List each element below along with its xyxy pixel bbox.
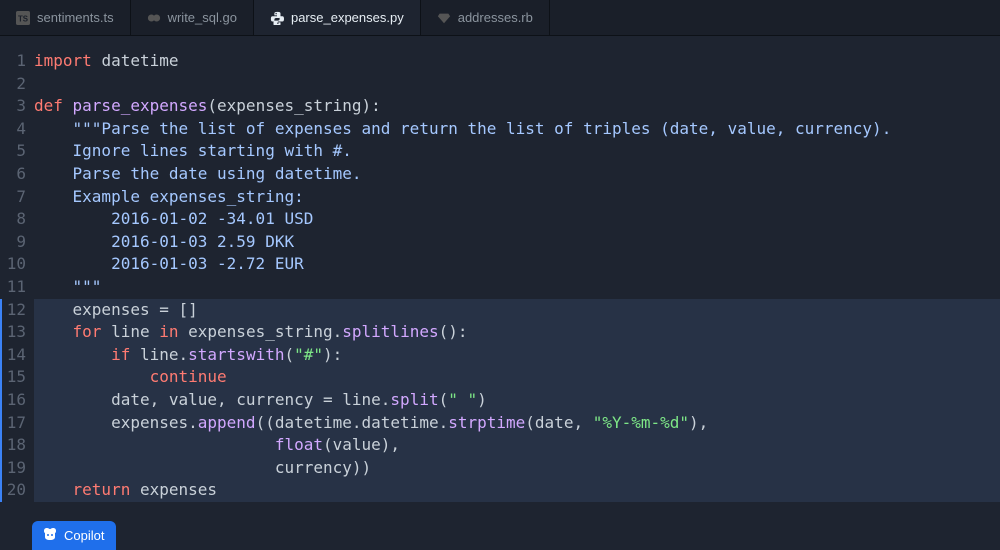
code-line[interactable]: currency)) xyxy=(34,457,1000,480)
tab-write-sql[interactable]: write_sql.go xyxy=(131,0,254,35)
line-number: 18 xyxy=(0,434,26,457)
code-line[interactable]: Ignore lines starting with #. xyxy=(34,140,1000,163)
line-number-gutter: 1234567891011121314151617181920 xyxy=(0,50,34,550)
code-line[interactable]: for line in expenses_string.splitlines()… xyxy=(34,321,1000,344)
code-line[interactable]: def parse_expenses(expenses_string): xyxy=(34,95,1000,118)
code-line[interactable]: """ xyxy=(34,276,1000,299)
tab-label: addresses.rb xyxy=(458,10,533,25)
code-line[interactable]: Example expenses_string: xyxy=(34,186,1000,209)
line-number: 7 xyxy=(0,186,26,209)
line-number: 6 xyxy=(0,163,26,186)
code-line[interactable]: expenses = [] xyxy=(34,299,1000,322)
code-line[interactable]: float(value), xyxy=(34,434,1000,457)
tab-label: sentiments.ts xyxy=(37,10,114,25)
code-line[interactable]: expenses.append((datetime.datetime.strpt… xyxy=(34,412,1000,435)
line-number: 19 xyxy=(0,457,26,480)
code-line[interactable]: 2016-01-03 -2.72 EUR xyxy=(34,253,1000,276)
line-number: 17 xyxy=(0,412,26,435)
code-editor[interactable]: 1234567891011121314151617181920 import d… xyxy=(0,36,1000,550)
line-number: 5 xyxy=(0,140,26,163)
tab-sentiments[interactable]: TS sentiments.ts xyxy=(0,0,131,35)
line-number: 10 xyxy=(0,253,26,276)
ruby-icon xyxy=(437,11,451,25)
line-number: 1 xyxy=(0,50,26,73)
code-area[interactable]: import datetime def parse_expenses(expen… xyxy=(34,50,1000,550)
tab-parse-expenses[interactable]: parse_expenses.py xyxy=(254,0,421,35)
ts-icon: TS xyxy=(16,11,30,25)
line-number: 15 xyxy=(0,366,26,389)
svg-text:TS: TS xyxy=(18,14,28,23)
code-line[interactable]: 2016-01-02 -34.01 USD xyxy=(34,208,1000,231)
code-line[interactable]: 2016-01-03 2.59 DKK xyxy=(34,231,1000,254)
line-number: 12 xyxy=(0,299,26,322)
code-line[interactable]: import datetime xyxy=(34,50,1000,73)
code-line[interactable] xyxy=(34,73,1000,96)
code-line[interactable]: continue xyxy=(34,366,1000,389)
tab-addresses[interactable]: addresses.rb xyxy=(421,0,550,35)
tab-label: parse_expenses.py xyxy=(291,10,404,25)
line-number: 16 xyxy=(0,389,26,412)
code-line[interactable]: """Parse the list of expenses and return… xyxy=(34,118,1000,141)
line-number: 14 xyxy=(0,344,26,367)
line-number: 9 xyxy=(0,231,26,254)
line-number: 11 xyxy=(0,276,26,299)
line-number: 20 xyxy=(0,479,26,502)
line-number: 4 xyxy=(0,118,26,141)
line-number: 2 xyxy=(0,73,26,96)
line-number: 8 xyxy=(0,208,26,231)
tab-label: write_sql.go xyxy=(168,10,237,25)
tab-bar: TS sentiments.ts write_sql.go parse_expe… xyxy=(0,0,1000,36)
code-line[interactable]: date, value, currency = line.split(" ") xyxy=(34,389,1000,412)
copilot-icon xyxy=(42,526,58,545)
code-line[interactable]: if line.startswith("#"): xyxy=(34,344,1000,367)
python-icon xyxy=(270,11,284,25)
copilot-button[interactable]: Copilot xyxy=(32,521,116,550)
copilot-label: Copilot xyxy=(64,528,104,543)
go-icon xyxy=(147,11,161,25)
code-line[interactable]: Parse the date using datetime. xyxy=(34,163,1000,186)
line-number: 3 xyxy=(0,95,26,118)
line-number: 13 xyxy=(0,321,26,344)
code-line[interactable]: return expenses xyxy=(34,479,1000,502)
